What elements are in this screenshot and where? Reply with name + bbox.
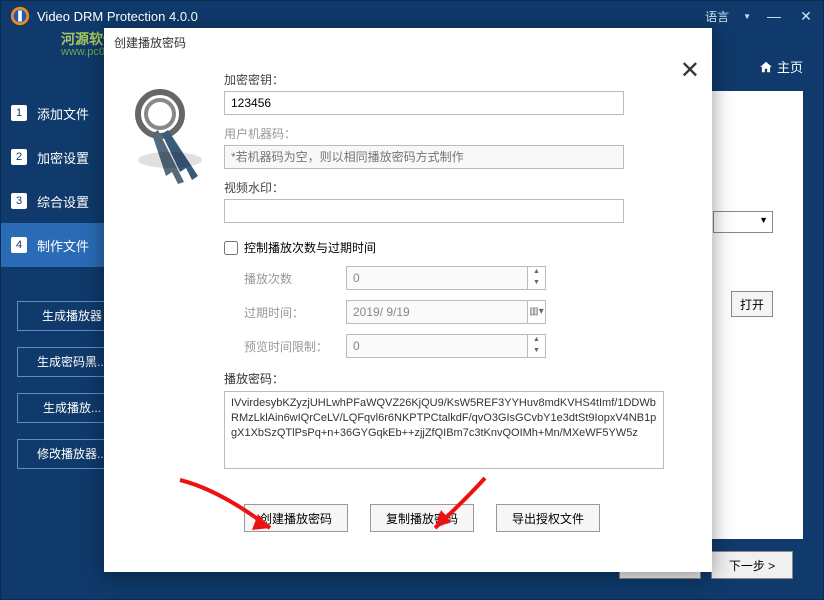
video-watermark-input[interactable] (224, 199, 624, 223)
sidebar-label: 加密设置 (37, 148, 89, 167)
play-count-spinner[interactable]: ▲▼ (346, 266, 546, 290)
step-number: 1 (11, 105, 27, 121)
expire-time-picker[interactable]: ▥▾ (346, 300, 546, 324)
expire-time-label: 过期时间： (244, 304, 330, 321)
titlebar: Video DRM Protection 4.0.0 语言 ▼ — ✕ (1, 1, 823, 31)
dialog-body: 加密密钥： 用户机器码： 视频水印： 控制播放次数与过期时间 播放次数 ▲▼ (104, 53, 712, 542)
open-button[interactable]: 打开 (731, 291, 773, 317)
sidebar-label: 制作文件 (37, 236, 89, 255)
panel-dropdown[interactable]: ▼ (713, 211, 773, 233)
sidebar-label: 添加文件 (37, 104, 89, 123)
app-logo-icon (9, 5, 31, 27)
down-arrow-icon: ▼ (528, 278, 545, 289)
limit-group: 播放次数 ▲▼ 过期时间： ▥▾ 预览时间限制： ▲▼ (224, 266, 688, 358)
step-number: 3 (11, 193, 27, 209)
encrypt-key-input[interactable] (224, 91, 624, 115)
limit-playback-checkbox[interactable] (224, 241, 238, 255)
video-watermark-label: 视频水印： (224, 179, 688, 196)
step-number: 2 (11, 149, 27, 165)
play-count-input (347, 267, 527, 289)
machine-code-input[interactable] (224, 145, 624, 169)
create-license-button[interactable]: 创建播放密码 (244, 504, 348, 532)
up-arrow-icon: ▲ (528, 267, 545, 278)
limit-playback-label: 控制播放次数与过期时间 (244, 239, 376, 256)
preview-limit-input (347, 335, 527, 357)
language-menu[interactable]: 语言 (705, 8, 729, 25)
up-arrow-icon: ▲ (528, 335, 545, 346)
language-dropdown-icon[interactable]: ▼ (743, 12, 751, 21)
down-arrow-icon: ▼ (528, 346, 545, 357)
home-label: 主页 (777, 57, 803, 76)
next-step-button[interactable]: 下一步 > (711, 551, 793, 579)
home-button[interactable]: 主页 (759, 57, 803, 76)
machine-code-label: 用户机器码： (224, 125, 688, 142)
expire-time-input (347, 301, 527, 323)
play-count-label: 播放次数 (244, 270, 330, 287)
chevron-down-icon: ▼ (755, 212, 772, 228)
sidebar-label: 综合设置 (37, 192, 89, 211)
minimize-button[interactable]: — (765, 8, 783, 24)
step-number: 4 (11, 237, 27, 253)
create-license-dialog: 创建播放密码 ✕ 加密密钥： 用户机器码： 视频水印： 控制播放次数与过期时间 … (104, 28, 712, 572)
home-icon (759, 60, 773, 74)
dialog-title: 创建播放密码 (104, 28, 712, 53)
license-code-label: 播放密码： (224, 370, 688, 387)
close-window-button[interactable]: ✕ (797, 8, 815, 25)
export-license-button[interactable]: 导出授权文件 (496, 504, 600, 532)
encrypt-key-label: 加密密钥： (224, 71, 688, 88)
license-code-textarea[interactable]: IVvirdesybKZyzjUHLwhPFaWQVZ26KjQU9/KsW5R… (224, 391, 664, 469)
preview-limit-label: 预览时间限制： (244, 338, 330, 355)
calendar-dropdown-icon: ▥▾ (528, 301, 545, 323)
app-title: Video DRM Protection 4.0.0 (37, 9, 198, 24)
copy-license-button[interactable]: 复制播放密码 (370, 504, 474, 532)
preview-limit-spinner[interactable]: ▲▼ (346, 334, 546, 358)
